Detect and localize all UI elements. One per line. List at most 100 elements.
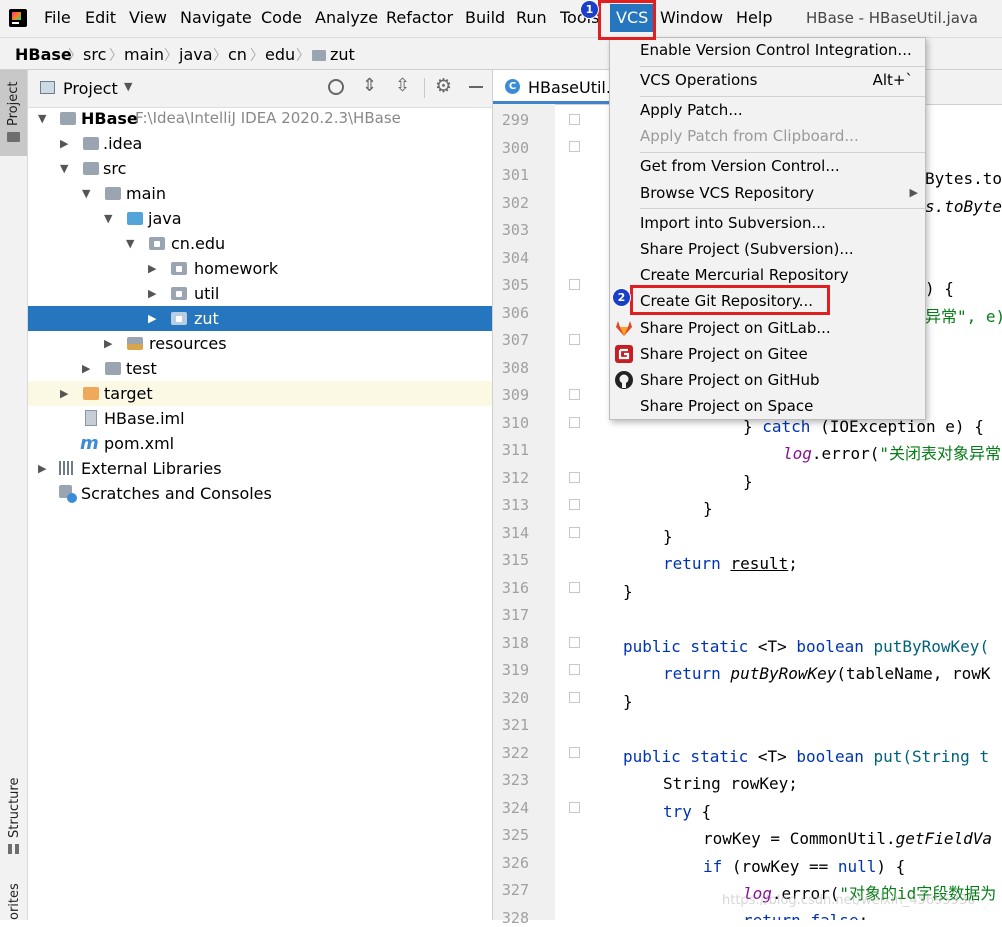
menu-item-browse-vcs-repository[interactable]: Browse VCS Repository [640,184,814,202]
tree-item-hbase-iml[interactable]: HBase.iml [28,406,492,431]
tree-item-external-libraries[interactable]: ▶ External Libraries [28,456,492,481]
line-number: 306 [501,303,529,322]
chevron-down-icon[interactable]: ▼ [60,156,68,181]
menu-item-get-from-vcs[interactable]: Get from Version Control... [640,157,840,175]
chevron-right-icon[interactable]: ▶ [148,281,156,306]
tree-label: pom.xml [104,434,175,453]
menu-item-share-space[interactable]: Share Project on Space [640,397,813,415]
chevron-right-icon[interactable]: ▶ [104,331,112,356]
tree-item-main[interactable]: ▼ main [28,181,492,206]
project-view-title[interactable]: Project [63,79,118,98]
menu-item-share-github[interactable]: Share Project on GitHub [640,371,820,389]
tree-item-zut[interactable]: ▶ zut [28,306,492,331]
chevron-down-icon[interactable]: ▼ [82,181,90,206]
menu-item-apply-patch[interactable]: Apply Patch... [640,101,743,119]
tree-item-pom-xml[interactable]: m pom.xml [28,431,492,456]
left-tool-strip: Project Structure orites [0,70,28,920]
chevron-right-icon: 〉 [296,48,310,64]
line-number: 328 [501,908,529,927]
menu-run[interactable]: Run [516,9,547,27]
menu-refactor[interactable]: Refactor [386,9,453,27]
tree-item-scratches[interactable]: Scratches and Consoles [28,481,492,506]
hide-panel-icon[interactable] [469,86,483,88]
folder-icon [83,162,99,175]
chevron-right-icon[interactable]: ▶ [38,456,46,481]
code-line-315: return result; [663,554,798,573]
editor-tab-hbaseutil[interactable]: C HBaseUtil.ja [493,70,625,104]
tree-label: Scratches and Consoles [81,484,272,503]
project-tool-tab[interactable]: Project [0,70,27,156]
folder-icon [7,132,20,142]
gear-icon[interactable]: ⚙ [435,75,452,97]
tree-item-resources[interactable]: ▶ resources [28,331,492,356]
menu-item-share-gitee[interactable]: Share Project on Gitee [640,345,808,363]
tree-item-cn-edu[interactable]: ▼ cn.edu [28,231,492,256]
menu-help[interactable]: Help [736,9,772,27]
tree-item-util[interactable]: ▶ util [28,281,492,306]
breadcrumb-zut[interactable]: zut [312,45,355,64]
menu-item-enable-vcs-integration[interactable]: Enable Version Control Integration... [640,41,912,59]
menu-analyze[interactable]: Analyze [315,9,378,27]
menu-item-share-subversion[interactable]: Share Project (Subversion)... [640,240,854,258]
tree-label: HBase [81,109,138,128]
code-line-323: String rowKey; [663,774,798,793]
tree-item-target[interactable]: ▶ target [28,381,492,406]
code-line-326: if (rowKey == null) { [703,857,906,876]
project-panel-header: Project ▼ ⇕ ⇳ ⚙ [28,70,492,108]
tree-label: homework [194,259,279,278]
tree-item-test[interactable]: ▶ test [28,356,492,381]
chevron-right-icon[interactable]: ▶ [148,306,156,331]
tree-item-java[interactable]: ▼ java [28,206,492,231]
menu-build[interactable]: Build [465,9,505,27]
breadcrumb-main[interactable]: main [124,45,164,64]
menu-item-share-gitlab[interactable]: Share Project on GitLab... [640,319,831,337]
menu-edit[interactable]: Edit [85,9,116,27]
tree-label: zut [194,309,219,328]
chevron-right-icon[interactable]: ▶ [60,381,68,406]
menu-code[interactable]: Code [261,9,302,27]
menu-item-create-mercurial[interactable]: Create Mercurial Repository [640,266,849,284]
module-folder-icon [60,112,76,125]
expand-all-icon[interactable]: ⇕ [362,75,377,96]
maven-icon: m [80,433,99,454]
tree-label: test [126,359,157,378]
tree-item-hbase-root[interactable]: ▼ HBase F:\Idea\IntelliJ IDEA 2020.2.3\H… [28,106,492,131]
menu-window[interactable]: Window [660,9,723,27]
tree-item-src[interactable]: ▼ src [28,156,492,181]
menu-navigate[interactable]: Navigate [180,9,252,27]
breadcrumb-java[interactable]: java [179,45,213,64]
collapse-all-icon[interactable]: ⇳ [395,75,410,96]
tree-item-idea[interactable]: ▶ .idea [28,131,492,156]
menu-item-apply-patch-clipboard[interactable]: Apply Patch from Clipboard... [640,127,859,145]
chevron-down-icon[interactable]: ▼ [124,80,132,93]
structure-tool-tab[interactable]: Structure [0,770,27,860]
favorites-tool-tab[interactable]: orites [0,878,27,920]
breadcrumb-edu[interactable]: edu [265,45,295,64]
chevron-right-icon[interactable]: ▶ [148,256,156,281]
code-line-305: ) { [925,279,954,298]
package-icon [171,312,187,325]
menu-item-vcs-operations[interactable]: VCS Operations [640,71,758,89]
chevron-down-icon[interactable]: ▼ [126,231,134,256]
locate-file-icon[interactable] [328,79,344,95]
highlight-box-create-git [630,285,830,315]
breadcrumb-project[interactable]: HBase [15,45,72,64]
menu-separator [640,96,925,97]
java-class-icon: C [505,79,520,94]
chevron-right-icon[interactable]: ▶ [82,356,90,381]
chevron-down-icon[interactable]: ▼ [104,206,112,231]
line-number: 313 [501,496,529,514]
tree-item-homework[interactable]: ▶ homework [28,256,492,281]
line-number: 304 [501,248,529,267]
menu-view[interactable]: View [129,9,167,27]
chevron-down-icon[interactable]: ▼ [38,106,46,131]
breadcrumb-src[interactable]: src [83,45,106,64]
code-line-328: return false; [743,912,868,921]
breadcrumb-cn[interactable]: cn [228,45,247,64]
chevron-right-icon[interactable]: ▶ [60,131,68,156]
menu-item-import-subversion[interactable]: Import into Subversion... [640,214,826,232]
line-number: 300 [501,138,529,157]
menu-file[interactable]: File [44,9,71,27]
line-number: 316 [501,578,529,597]
intellij-logo-icon [9,9,27,27]
